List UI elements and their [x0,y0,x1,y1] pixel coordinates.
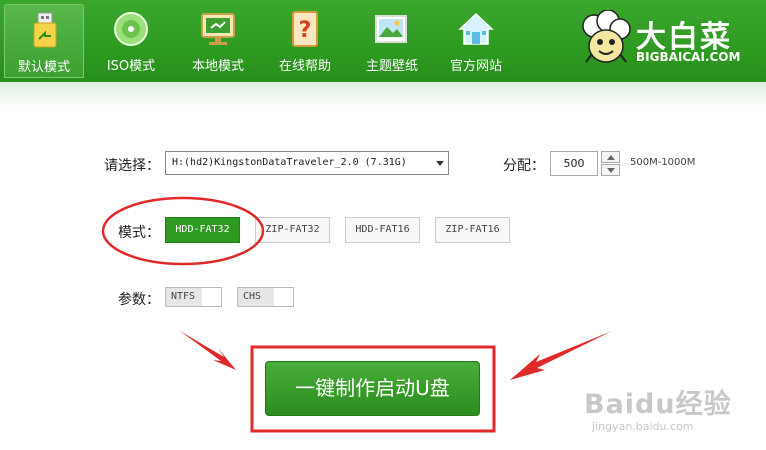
mode-zip-fat16-button[interactable]: ZIP-FAT16 [435,217,510,243]
mode-hdd-fat16-button[interactable]: HDD-FAT16 [345,217,420,243]
help-icon: ? [292,11,318,47]
mode-hdd-fat32-button[interactable]: HDD-FAT32 [165,217,240,243]
monitor-icon [201,13,235,45]
chs-toggle[interactable]: CHS [237,287,294,307]
tab-label: 本地模式 [191,59,244,74]
right-arrow-icon [510,331,612,380]
tab-label: 默认模式 [17,60,70,75]
disc-icon [114,12,148,46]
brand-logo: 大白菜 BIGBAICAI.COM [578,10,758,72]
chevron-up-icon [607,155,615,160]
tab-default-mode[interactable]: 默认模式 [4,4,84,78]
tab-label: 在线帮助 [278,59,331,74]
ntfs-toggle[interactable]: NTFS [165,287,222,307]
header-fade [0,82,766,108]
alloc-range: 500M-1000M [630,157,696,168]
home-icon [458,12,494,45]
tab-official-site[interactable]: 官方网站 [436,4,516,78]
ntfs-toggle-label: NTFS [166,288,202,306]
mode-zip-fat32-button[interactable]: ZIP-FAT32 [255,217,330,243]
alloc-input[interactable]: 500 [550,151,598,176]
mascot-icon [582,10,631,63]
device-select-value: H:(hd2)KingstonDataTraveler_2.0 (7.31G) [172,157,407,168]
tab-label: 主题壁纸 [365,59,418,74]
usb-icon [33,12,57,48]
param-label: 参数： [118,292,160,308]
tab-label: ISO模式 [106,59,156,74]
picture-icon [375,15,407,43]
tab-iso-mode[interactable]: ISO模式 [91,4,171,78]
alloc-increment[interactable] [601,151,620,163]
tab-label: 官方网站 [449,59,502,74]
alloc-decrement[interactable] [601,164,620,176]
brand-site: BIGBAICAI.COM [636,50,741,64]
alloc-label: 分配： [503,158,545,174]
left-arrow-icon [180,331,236,370]
svg-text:?: ? [299,18,312,43]
chs-toggle-label: CHS [238,288,274,306]
chevron-down-icon [607,168,615,173]
chevron-down-icon [436,161,444,166]
device-select[interactable]: H:(hd2)KingstonDataTraveler_2.0 (7.31G) [165,151,449,175]
tab-local-mode[interactable]: 本地模式 [178,4,258,78]
select-label: 请选择： [104,158,160,174]
make-bootable-usb-button[interactable]: 一键制作启动U盘 [265,361,480,416]
baidu-watermark: Baidu经验 jingyan.baidu.com [584,382,759,437]
watermark-main: Baidu经验 [584,389,732,420]
watermark-sub: jingyan.baidu.com [592,420,694,433]
tab-online-help[interactable]: ? 在线帮助 [265,4,345,78]
tab-theme-wallpaper[interactable]: 主题壁纸 [352,4,432,78]
mode-label: 模式： [118,225,160,241]
